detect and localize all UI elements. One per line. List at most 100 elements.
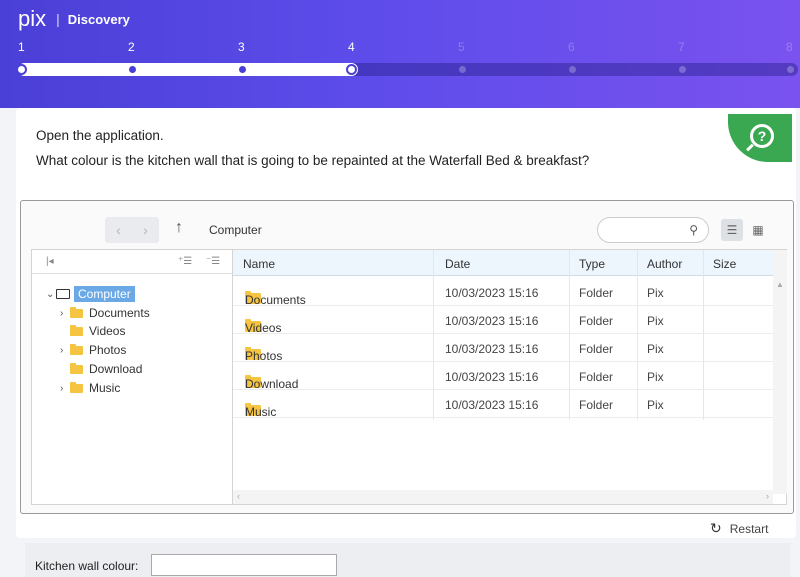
row-type: Folder — [579, 286, 614, 300]
row-type: Folder — [579, 342, 614, 356]
top-header: pix | Discovery 1 2 3 4 5 6 7 8 — [0, 0, 800, 108]
step-3: 3 — [238, 40, 245, 54]
brand: pix | Discovery — [18, 8, 130, 30]
folder-icon — [70, 343, 83, 355]
grid-view-icon[interactable]: ▦ — [747, 219, 769, 241]
search-icon[interactable]: ⚲ — [689, 223, 698, 237]
up-arrow-icon[interactable]: ↑ — [175, 219, 183, 237]
kitchen-wall-colour-input[interactable] — [151, 554, 337, 576]
column-headers: Name Date Type Author Size — [233, 250, 773, 276]
tree-toolbar: |◂ ⁺☰ ⁻☰ — [32, 250, 232, 274]
chevron-right-icon[interactable]: › — [60, 345, 70, 356]
step-6: 6 — [568, 40, 575, 54]
step-dot-8 — [787, 66, 794, 73]
tree-item-computer[interactable]: ⌄ Computer — [46, 286, 135, 302]
step-1: 1 — [18, 40, 25, 54]
folder-icon — [70, 324, 83, 336]
table-row[interactable]: Download 10/03/2023 15:16 Folder Pix — [233, 362, 773, 391]
back-icon[interactable]: ‹ — [116, 222, 121, 238]
step-dot-1 — [16, 64, 27, 75]
step-dot-5 — [459, 66, 466, 73]
row-author: Pix — [647, 286, 664, 300]
scroll-up-icon[interactable]: ▲ — [773, 280, 787, 289]
tree-item-label: Music — [89, 381, 121, 395]
instruction-line-2: What colour is the kitchen wall that is … — [36, 153, 590, 168]
step-dot-2 — [129, 66, 136, 73]
vertical-scrollbar[interactable]: ▲ — [773, 250, 787, 494]
chevron-right-icon[interactable]: › — [60, 383, 70, 394]
search-input[interactable]: ⚲ — [597, 217, 709, 243]
history-nav: ‹ › — [105, 217, 159, 243]
forward-icon[interactable]: › — [143, 222, 148, 238]
row-date: 10/03/2023 15:16 — [445, 314, 539, 328]
computer-icon — [56, 289, 70, 299]
collapse-all-icon[interactable]: ⁺☰ — [178, 256, 192, 267]
row-date: 10/03/2023 15:16 — [445, 342, 539, 356]
column-name[interactable]: Name — [243, 257, 275, 271]
tree-item-label: Documents — [89, 306, 150, 320]
scroll-right-icon[interactable]: › — [766, 491, 769, 501]
progress-fill — [18, 63, 358, 76]
table-row[interactable]: Videos 10/03/2023 15:16 Folder Pix — [233, 306, 773, 335]
magnifier-question-icon: ? — [750, 124, 774, 148]
step-dot-4 — [346, 64, 357, 75]
challenge-card: ? Open the application. What colour is t… — [16, 108, 796, 538]
tree-item-label: Download — [89, 362, 143, 376]
row-name-text: Download — [245, 377, 299, 391]
horizontal-scrollbar[interactable]: ‹ › — [233, 490, 773, 504]
column-date[interactable]: Date — [445, 257, 470, 271]
row-name-text: Photos — [245, 349, 283, 363]
magnifier-handle — [746, 143, 754, 152]
step-8: 8 — [786, 40, 793, 54]
folder-icon — [70, 362, 83, 374]
tree-item-download[interactable]: Download — [70, 362, 142, 376]
row-name-text: Videos — [245, 321, 282, 335]
brand-separator: | — [56, 11, 60, 27]
folder-icon — [70, 381, 83, 393]
tree-item-photos[interactable]: › Photos — [60, 343, 126, 357]
table-row[interactable]: Documents 10/03/2023 15:16 Folder Pix — [233, 278, 773, 307]
answer-bar: Kitchen wall colour: — [25, 543, 790, 577]
step-dot-3 — [239, 66, 246, 73]
step-dot-7 — [679, 66, 686, 73]
restart-icon: ↻ — [710, 520, 722, 536]
scroll-left-icon[interactable]: ‹ — [237, 491, 240, 501]
table-row[interactable]: Photos 10/03/2023 15:16 Folder Pix — [233, 334, 773, 363]
row-author: Pix — [647, 314, 664, 328]
step-2: 2 — [128, 40, 135, 54]
column-author[interactable]: Author — [647, 257, 682, 271]
answer-label: Kitchen wall colour: — [35, 559, 139, 573]
tree-item-documents[interactable]: › Documents — [60, 306, 150, 320]
row-type: Folder — [579, 314, 614, 328]
row-type: Folder — [579, 370, 614, 384]
chevron-down-icon[interactable]: ⌄ — [46, 289, 56, 300]
row-author: Pix — [647, 342, 664, 356]
folder-icon — [70, 306, 83, 318]
tree-item-label: Photos — [89, 343, 127, 357]
list-view-icon[interactable]: ☰ — [721, 219, 743, 241]
restart-button[interactable]: ↻ Restart — [710, 520, 768, 537]
tree-item-music[interactable]: › Music — [60, 381, 120, 395]
folder-tree: |◂ ⁺☰ ⁻☰ ⌄ Computer › Documents Videos › — [31, 249, 233, 505]
table-row[interactable]: Music 10/03/2023 15:16 Folder Pix — [233, 390, 773, 419]
row-type: Folder — [579, 398, 614, 412]
collapse-first-icon[interactable]: |◂ — [46, 256, 54, 267]
chevron-right-icon[interactable]: › — [60, 308, 70, 319]
instruction-line-1: Open the application. — [36, 128, 164, 143]
tree-item-videos[interactable]: Videos — [70, 324, 125, 338]
restart-label: Restart — [729, 521, 769, 536]
column-size[interactable]: Size — [713, 257, 736, 271]
tree-item-label: Videos — [89, 324, 126, 338]
row-date: 10/03/2023 15:16 — [445, 398, 539, 412]
file-explorer: ‹ › ↑ Computer ⚲ ☰ ▦ |◂ ⁺☰ ⁻☰ ⌄ Computer… — [20, 200, 794, 514]
row-name-text: Documents — [245, 293, 306, 307]
step-dot-6 — [569, 66, 576, 73]
column-type[interactable]: Type — [579, 257, 605, 271]
pix-logo[interactable]: pix — [18, 8, 46, 30]
step-5: 5 — [458, 40, 465, 54]
step-7: 7 — [678, 40, 685, 54]
expand-all-icon[interactable]: ⁻☰ — [206, 256, 220, 267]
challenge-badge: ? — [728, 114, 792, 162]
step-4: 4 — [348, 40, 355, 54]
row-author: Pix — [647, 398, 664, 412]
